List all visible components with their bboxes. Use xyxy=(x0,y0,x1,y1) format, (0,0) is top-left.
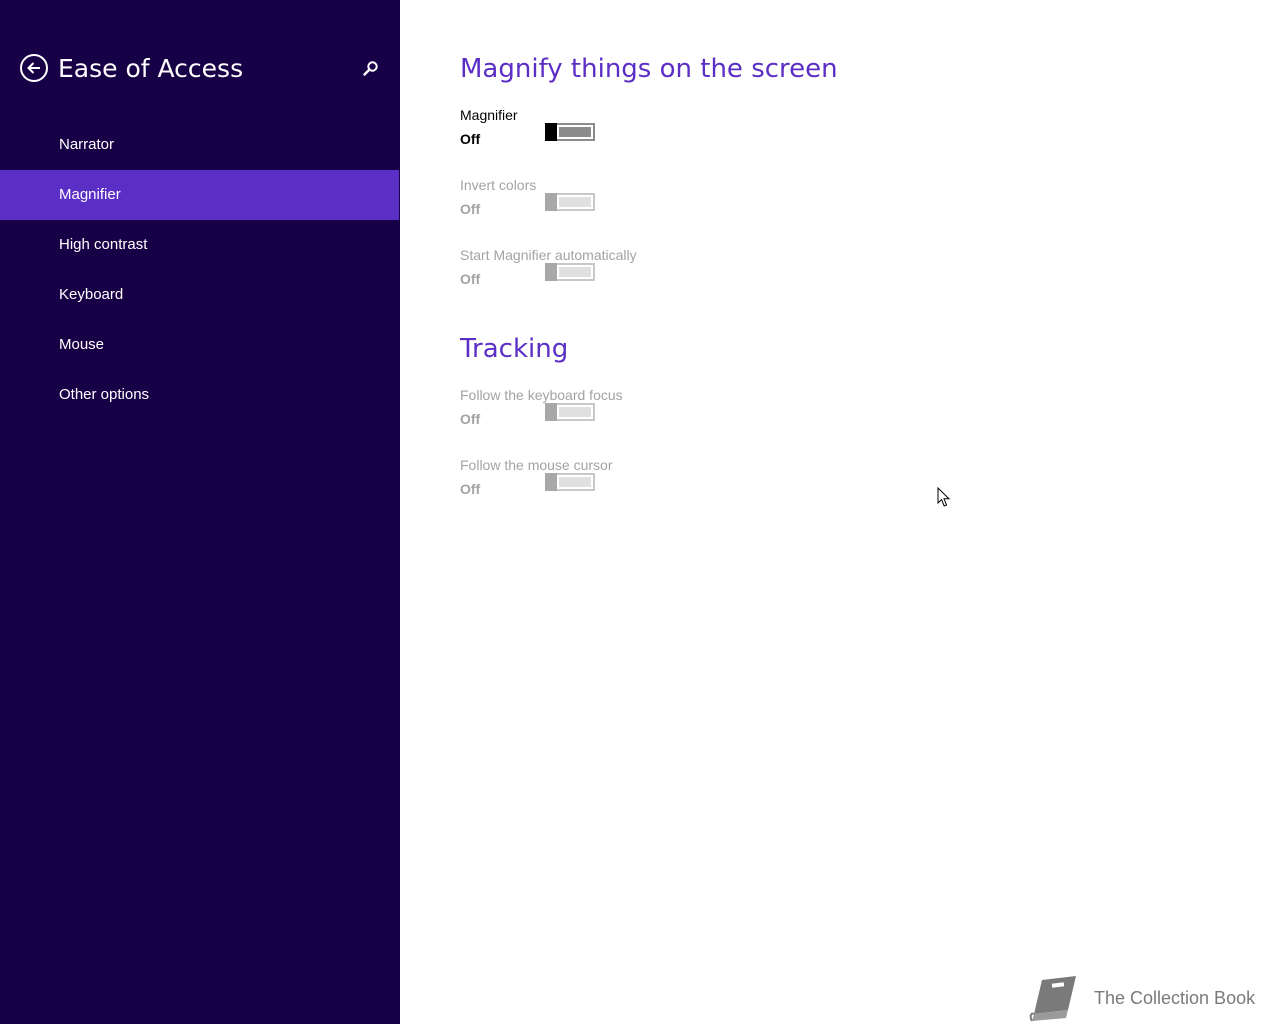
book-icon xyxy=(1029,976,1076,1022)
setting-start-magnifier-automatically: Start Magnifier automatically Off xyxy=(460,247,860,297)
setting-state: Off xyxy=(460,201,481,217)
back-arrow-icon xyxy=(27,62,40,74)
sidebar-item-magnifier[interactable]: Magnifier xyxy=(0,170,399,220)
sidebar: Ease of Access Narrator Magnifier High c… xyxy=(0,0,400,1024)
sidebar-item-narrator[interactable]: Narrator xyxy=(0,120,399,170)
setting-label: Start Magnifier automatically xyxy=(460,247,637,263)
mouse-pointer-icon xyxy=(937,487,951,507)
setting-magnifier: Magnifier Off xyxy=(460,107,860,157)
app-title: Ease of Access xyxy=(58,54,244,83)
start-magnifier-automatically-toggle[interactable] xyxy=(545,263,595,281)
setting-label: Follow the mouse cursor xyxy=(460,457,613,473)
follow-keyboard-focus-toggle[interactable] xyxy=(545,403,595,421)
back-button[interactable] xyxy=(20,54,48,82)
setting-state: Off xyxy=(460,131,481,147)
search-icon xyxy=(363,61,378,76)
setting-follow-mouse-cursor: Follow the mouse cursor Off xyxy=(460,457,860,507)
section-title-tracking: Tracking xyxy=(460,334,569,364)
setting-state: Off xyxy=(460,481,481,497)
watermark: The Collection Book xyxy=(1028,974,1273,1024)
section-title-magnify: Magnify things on the screen xyxy=(460,54,838,84)
magnifier-toggle[interactable] xyxy=(545,123,595,141)
setting-state: Off xyxy=(460,271,481,287)
invert-colors-toggle[interactable] xyxy=(545,193,595,211)
follow-mouse-cursor-toggle[interactable] xyxy=(545,473,595,491)
search-button[interactable] xyxy=(360,58,382,80)
sidebar-item-keyboard[interactable]: Keyboard xyxy=(0,270,399,320)
sidebar-item-mouse[interactable]: Mouse xyxy=(0,320,399,370)
sidebar-item-other-options[interactable]: Other options xyxy=(0,370,399,420)
sidebar-nav: Narrator Magnifier High contrast Keyboar… xyxy=(0,120,400,420)
setting-invert-colors: Invert colors Off xyxy=(460,177,860,227)
setting-label: Follow the keyboard focus xyxy=(460,387,623,403)
setting-label: Magnifier xyxy=(460,107,518,123)
setting-state: Off xyxy=(460,411,481,427)
sidebar-item-high-contrast[interactable]: High contrast xyxy=(0,220,399,270)
setting-label: Invert colors xyxy=(460,177,537,193)
setting-follow-keyboard-focus: Follow the keyboard focus Off xyxy=(460,387,860,437)
watermark-text: The Collection Book xyxy=(1094,988,1256,1008)
sidebar-header: Ease of Access xyxy=(0,48,400,92)
